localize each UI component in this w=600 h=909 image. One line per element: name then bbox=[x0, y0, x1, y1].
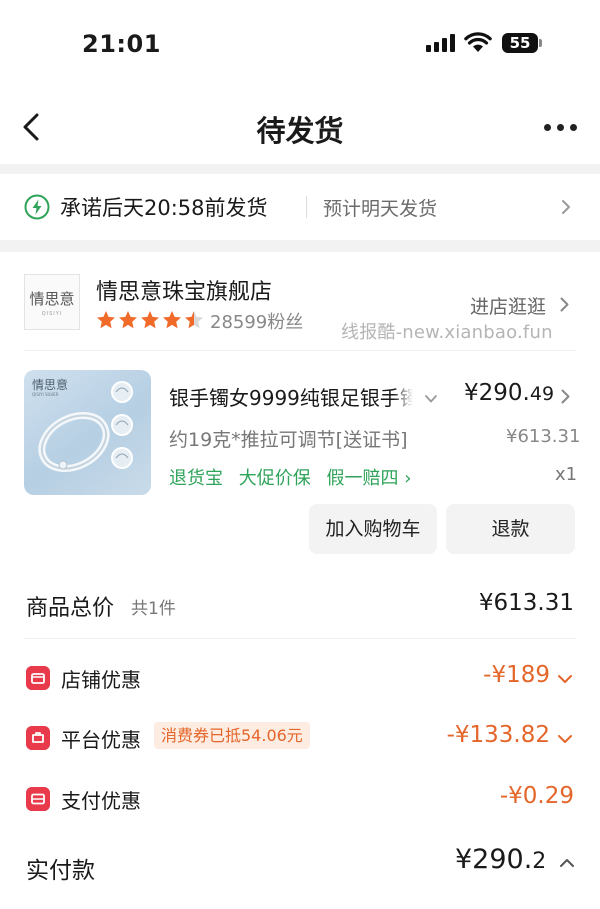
chevron-down-icon[interactable] bbox=[424, 394, 438, 404]
discount-label: 店铺优惠 bbox=[61, 668, 141, 692]
badge-authentic-guarantee: 假一赔四 › bbox=[326, 468, 412, 489]
product-sku: 约19克*推拉可调节[送证书] bbox=[169, 429, 408, 451]
lightning-icon bbox=[24, 194, 50, 220]
refund-button[interactable]: 退款 bbox=[446, 504, 575, 554]
store-coupon-icon bbox=[26, 666, 50, 690]
store-rating-stars bbox=[97, 311, 203, 329]
order-card: 情思意 QISIYI 情思意珠宝旗舰店 28599粉丝 线报酷-new.xian… bbox=[0, 252, 600, 909]
store-logo-text: 情思意 bbox=[29, 290, 75, 308]
store-fans-count: 28599粉丝 bbox=[210, 312, 304, 333]
chevron-down-icon bbox=[558, 735, 572, 743]
nav-bar: 待发货 bbox=[0, 90, 600, 164]
coupon-deduction-tag: 消费券已抵54.06元 bbox=[154, 722, 310, 749]
discount-value: -¥133.82 bbox=[446, 722, 550, 748]
store-name[interactable]: 情思意珠宝旗舰店 bbox=[96, 274, 272, 306]
chevron-right-icon bbox=[560, 297, 569, 312]
battery-icon: 55 bbox=[502, 33, 542, 53]
divider bbox=[24, 350, 576, 351]
chevron-down-icon bbox=[558, 675, 572, 683]
payment-card-icon bbox=[26, 787, 50, 811]
chevron-up-icon[interactable] bbox=[559, 858, 575, 868]
total-price-value: ¥613.31 bbox=[478, 590, 574, 616]
discount-row-platform[interactable]: 平台优惠 消费券已抵54.06元 -¥133.82 bbox=[0, 722, 600, 758]
visit-store-link[interactable]: 进店逛逛 bbox=[470, 292, 546, 319]
product-price: ¥290.49 bbox=[464, 380, 555, 406]
more-options-icon[interactable] bbox=[544, 124, 578, 132]
wifi-icon bbox=[464, 32, 492, 52]
product-title[interactable]: 银手镯女9999纯银足银手镯 bbox=[169, 382, 413, 411]
shipping-promise-text: 承诺后天20:58前发货 bbox=[60, 196, 268, 220]
chevron-right-icon[interactable] bbox=[560, 388, 571, 405]
battery-level: 55 bbox=[502, 33, 538, 53]
total-item-count: 共1件 bbox=[131, 599, 176, 619]
discount-value: -¥0.29 bbox=[499, 783, 574, 809]
page-title: 待发货 bbox=[256, 114, 344, 148]
discount-row-payment[interactable]: 支付优惠 -¥0.29 bbox=[0, 783, 600, 819]
original-price: ¥613.31 bbox=[506, 426, 581, 447]
chevron-right-icon bbox=[562, 200, 570, 214]
service-badges[interactable]: 退货宝 大促价保 假一赔四 › bbox=[169, 464, 421, 490]
discount-row-store[interactable]: 店铺优惠 -¥189 bbox=[0, 662, 600, 698]
status-time: 21:01 bbox=[82, 30, 161, 58]
status-bar: 21:01 55 bbox=[0, 0, 600, 90]
shipping-eta-text: 预计明天发货 bbox=[323, 198, 438, 220]
paid-amount-label: 实付款 bbox=[26, 858, 95, 884]
store-logo-subtext: QISIYI bbox=[41, 311, 63, 317]
shipping-promise-card[interactable]: 承诺后天20:58前发货 预计明天发货 bbox=[0, 174, 600, 240]
product-image[interactable]: 情思意 QISIYI SILVER bbox=[24, 370, 151, 495]
cellular-signal-icon bbox=[426, 34, 456, 52]
platform-coupon-icon bbox=[26, 726, 50, 750]
badge-return-insurance: 退货宝 bbox=[169, 468, 223, 489]
watermark-text: 线报酷-new.xianbao.fun bbox=[341, 322, 553, 343]
paid-amount-value: ¥290.2 bbox=[455, 844, 547, 875]
discount-value: -¥189 bbox=[483, 662, 550, 688]
divider bbox=[306, 196, 307, 218]
product-quantity: x1 bbox=[555, 464, 578, 485]
add-to-cart-button[interactable]: 加入购物车 bbox=[309, 504, 437, 554]
bangle-illustration bbox=[38, 381, 133, 473]
divider bbox=[24, 638, 576, 639]
discount-label: 支付优惠 bbox=[61, 789, 141, 813]
badge-price-protect: 大促价保 bbox=[238, 468, 311, 489]
discount-label: 平台优惠 bbox=[61, 728, 141, 752]
store-logo[interactable]: 情思意 QISIYI bbox=[24, 274, 80, 330]
total-price-label: 商品总价 bbox=[26, 596, 115, 621]
